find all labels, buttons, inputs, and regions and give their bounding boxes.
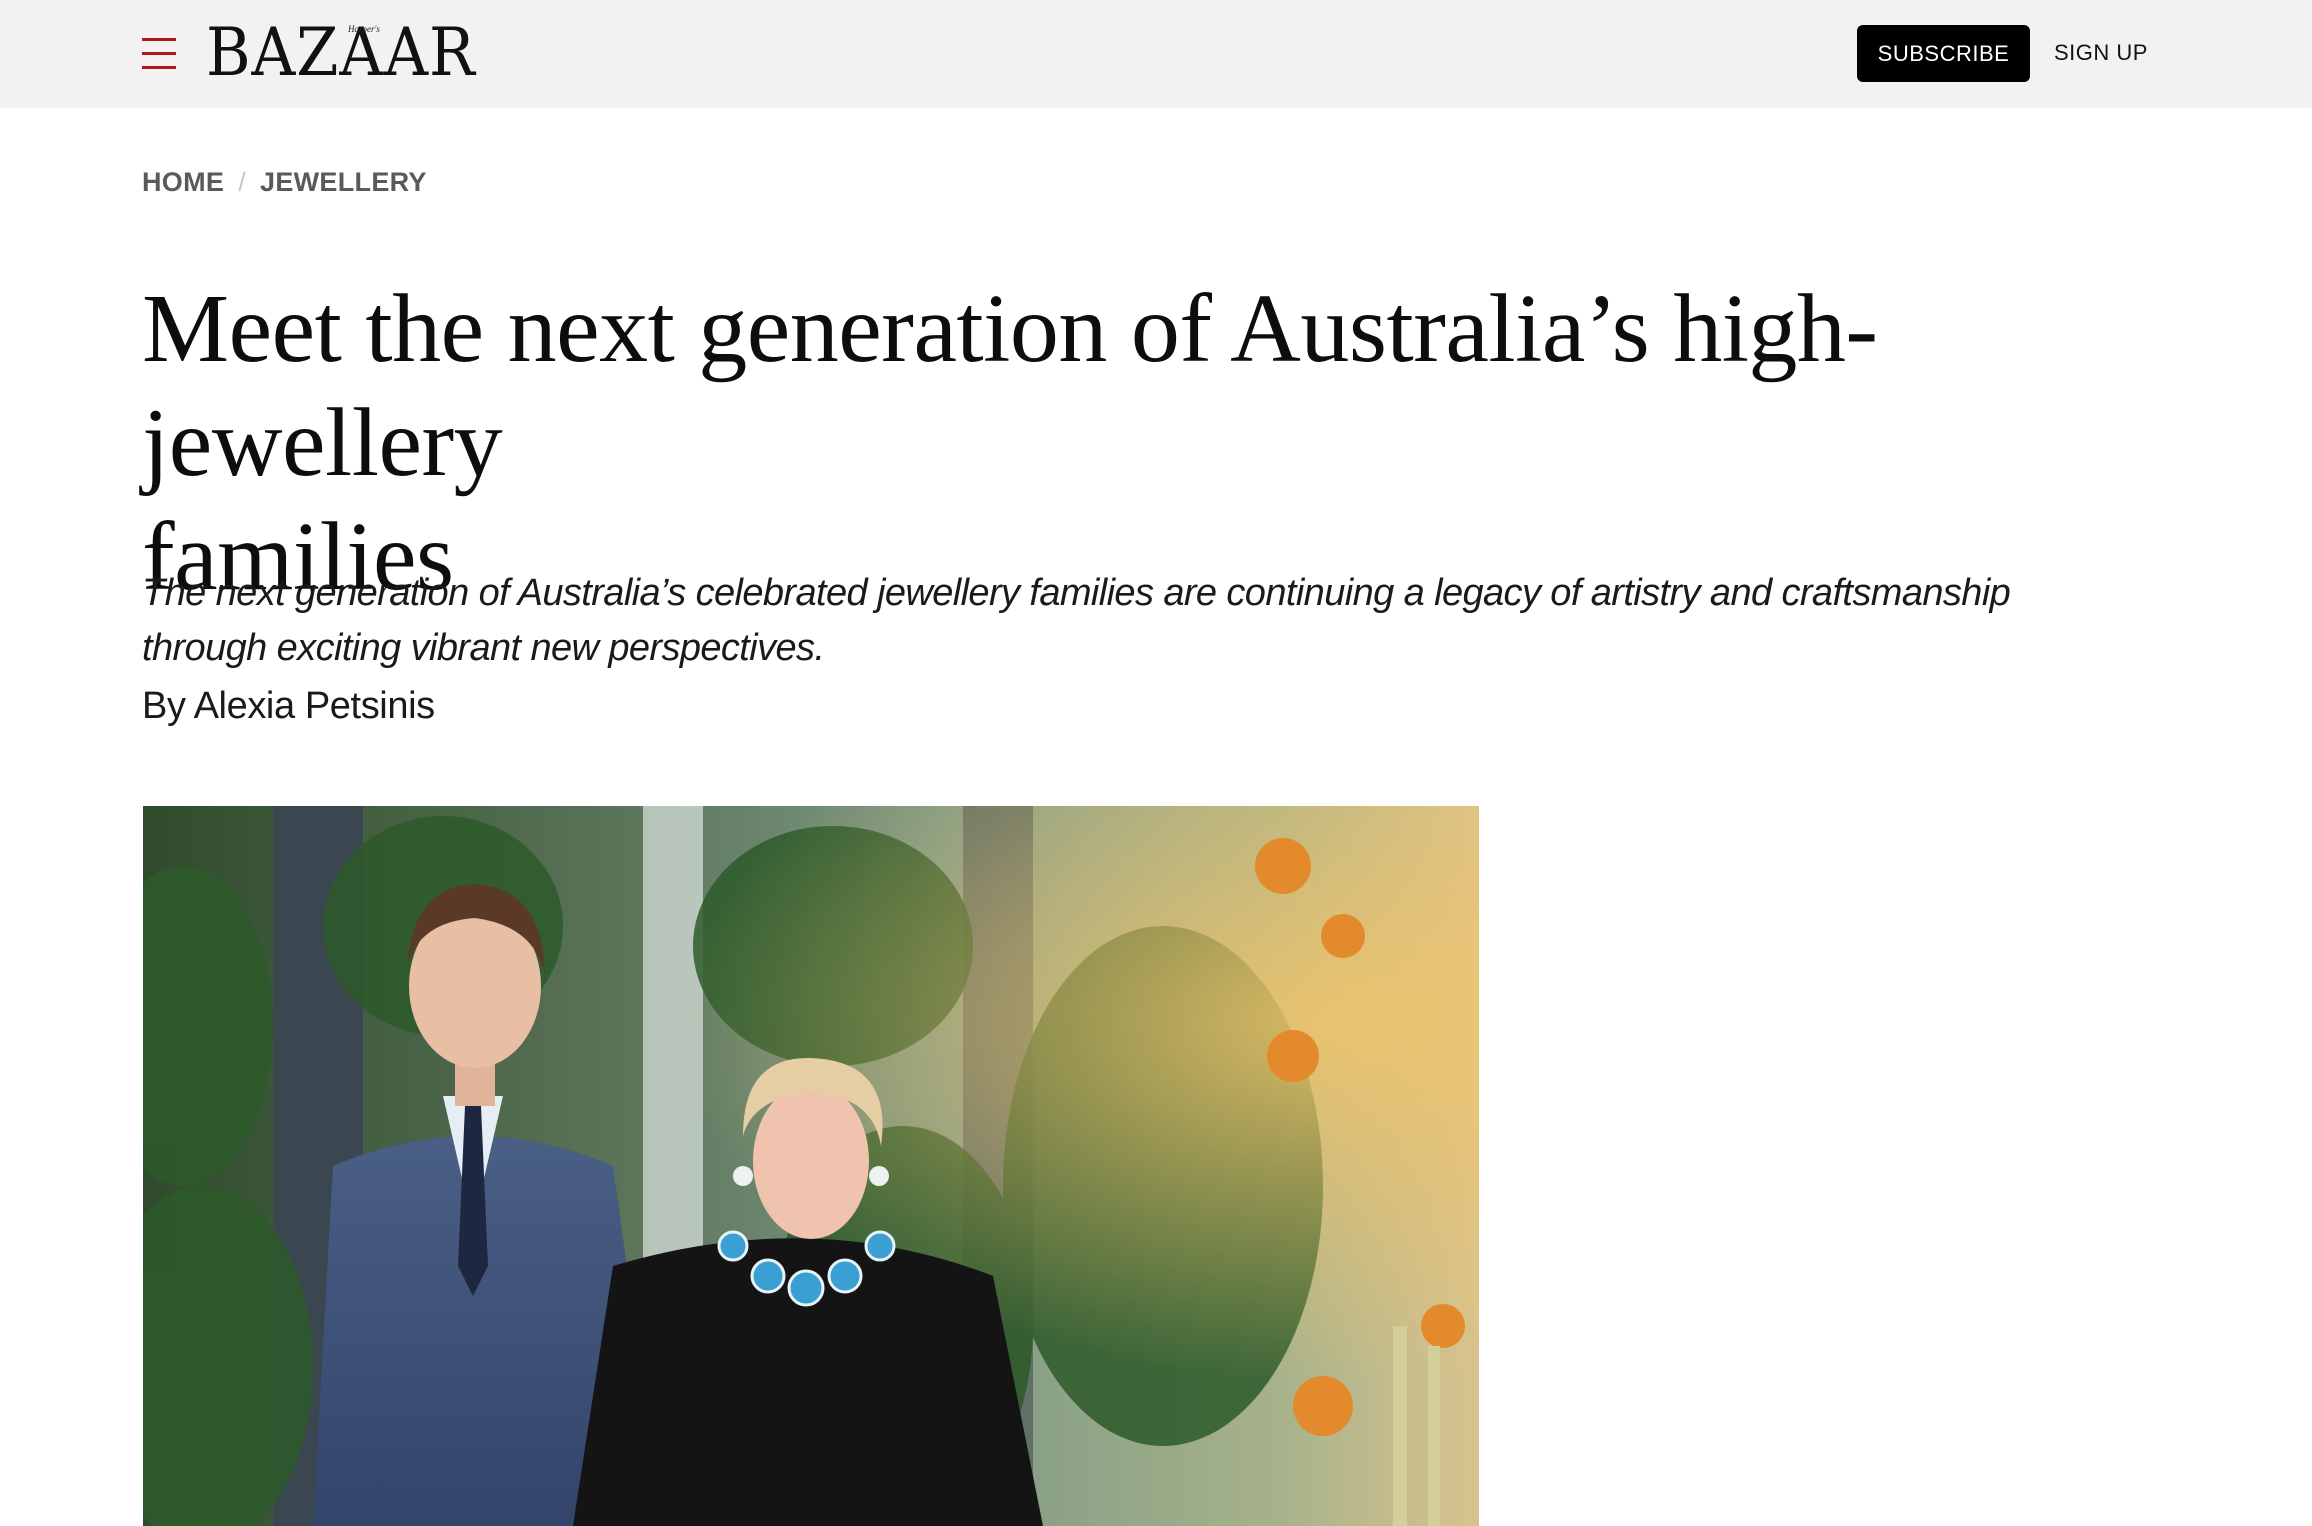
subscribe-button[interactable]: SUBSCRIBE — [1857, 25, 2030, 82]
logo-small-text: Harper's — [348, 24, 380, 34]
headline-line-1: Meet the next generation of Australia’s … — [142, 275, 1878, 497]
dek-line-1: The next generation of Australia’s celeb… — [142, 572, 2011, 614]
article-dek: The next generation of Australia’s celeb… — [142, 566, 2142, 676]
breadcrumb-home[interactable]: HOME — [142, 167, 224, 198]
sign-up-link[interactable]: SIGN UP — [2054, 38, 2148, 68]
breadcrumb: HOME / JEWELLERY — [142, 164, 427, 200]
site-logo[interactable]: BAZAAR — [206, 20, 476, 86]
dek-line-2: through exciting vibrant new perspective… — [142, 627, 825, 669]
hamburger-menu-icon[interactable] — [142, 38, 176, 70]
article-byline[interactable]: By Alexia Petsinis — [142, 680, 435, 732]
site-header: BAZAAR Harper's SUBSCRIBE SIGN UP — [0, 0, 2312, 108]
hero-image — [143, 806, 1479, 1526]
breadcrumb-separator: / — [238, 166, 247, 197]
breadcrumb-jewellery[interactable]: JEWELLERY — [260, 167, 427, 198]
article-headline: Meet the next generation of Australia’s … — [142, 272, 2162, 614]
